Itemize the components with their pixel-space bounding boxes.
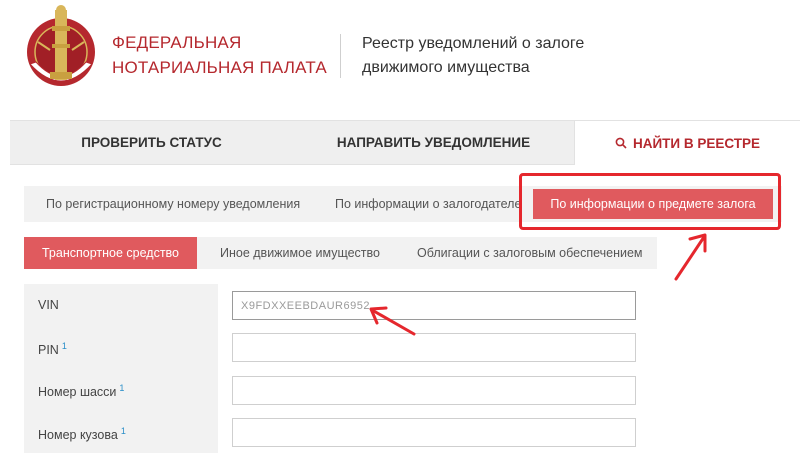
- vin-label-text: VIN: [38, 298, 59, 312]
- main-tabs: ПРОВЕРИТЬ СТАТУС НАПРАВИТЬ УВЕДОМЛЕНИЕ Н…: [10, 120, 800, 165]
- chassis-number-label-text: Номер шасси: [38, 385, 117, 400]
- org-name-line2: НОТАРИАЛЬНАЯ ПАЛАТА: [112, 58, 327, 77]
- tab-check-status[interactable]: ПРОВЕРИТЬ СТАТУС: [10, 120, 293, 165]
- body-number-label: Номер кузова 1: [38, 426, 126, 442]
- chassis-number-label: Номер шасси 1: [38, 383, 124, 399]
- tab-by-pledgor-info[interactable]: По информации о залогодателе: [335, 186, 521, 222]
- tab-by-registration-number[interactable]: По регистрационному номеру уведомления: [46, 186, 300, 222]
- tab-other-movable-property[interactable]: Иное движимое имущество: [220, 237, 380, 269]
- tab-send-notification-label: НАПРАВИТЬ УВЕДОМЛЕНИЕ: [336, 135, 531, 150]
- chassis-number-footnote: 1: [119, 383, 125, 393]
- org-name-line1: ФЕДЕРАЛЬНАЯ: [112, 33, 242, 52]
- pin-footnote: 1: [61, 341, 67, 351]
- tab-search-registry-label: НАЙТИ В РЕЕСТРЕ: [632, 135, 761, 151]
- vin-input[interactable]: [232, 291, 636, 320]
- body-number-label-text: Номер кузова: [38, 428, 118, 443]
- header-divider: [340, 34, 341, 78]
- notary-chamber-logo: [27, 5, 95, 86]
- registry-title: Реестр уведомлений о залоге движимого им…: [362, 32, 584, 80]
- annotation-highlight-box: [519, 173, 781, 230]
- tab-send-notification[interactable]: НАПРАВИТЬ УВЕДОМЛЕНИЕ: [293, 120, 575, 165]
- body-number-input[interactable]: [232, 418, 636, 447]
- tab-vehicle[interactable]: Транспортное средство: [24, 237, 197, 269]
- vin-label: VIN: [38, 298, 59, 312]
- tab-check-status-label: ПРОВЕРИТЬ СТАТУС: [81, 135, 222, 150]
- search-icon: [615, 137, 627, 149]
- chassis-number-input[interactable]: [232, 376, 636, 405]
- registry-title-line2: движимого имущества: [362, 59, 530, 76]
- property-type-tabs: Транспортное средство Иное движимое имущ…: [24, 237, 657, 269]
- organization-name: ФЕДЕРАЛЬНАЯ НОТАРИАЛЬНАЯ ПАЛАТА: [112, 30, 327, 80]
- tab-search-registry[interactable]: НАЙТИ В РЕЕСТРЕ: [575, 120, 800, 165]
- pin-label: PIN 1: [38, 341, 67, 357]
- body-number-footnote: 1: [120, 426, 126, 436]
- registry-title-line1: Реестр уведомлений о залоге: [362, 35, 585, 52]
- pin-input[interactable]: [232, 333, 636, 362]
- pin-label-text: PIN: [38, 343, 59, 358]
- tab-secured-bonds[interactable]: Облигации с залоговым обеспечением: [417, 237, 643, 269]
- annotation-arrow-icon: [674, 233, 707, 281]
